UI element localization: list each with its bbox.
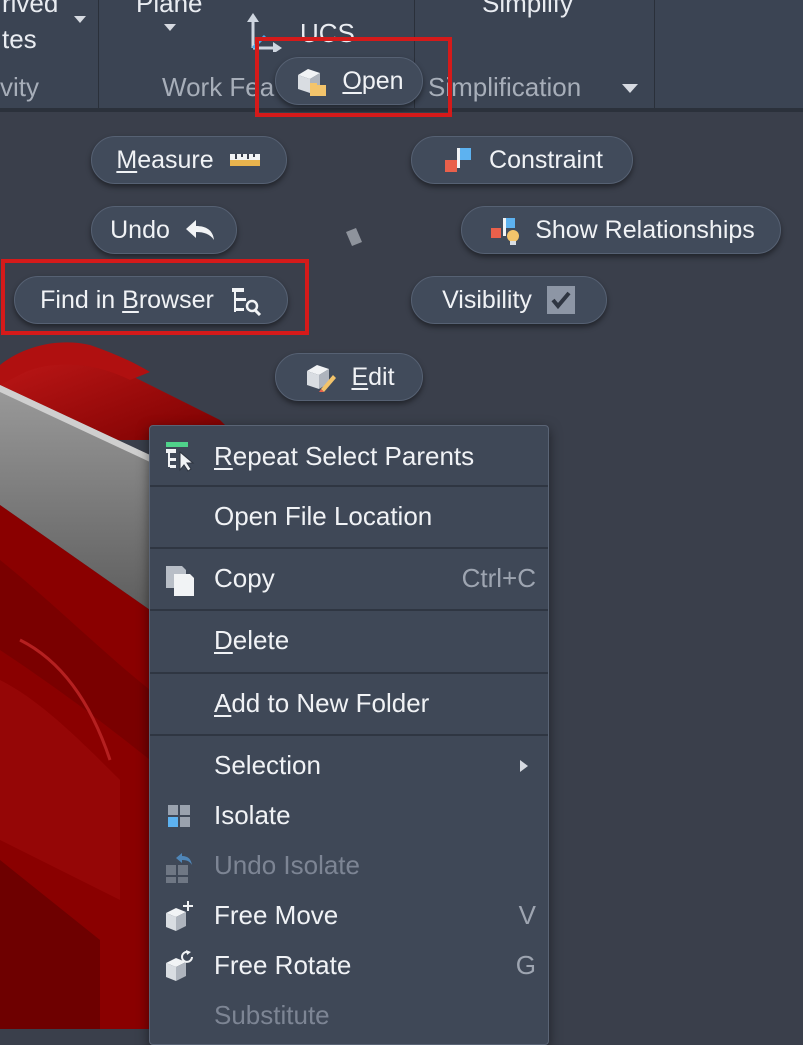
measure-button[interactable]: Measure [91,136,287,184]
menu-separator [150,485,548,487]
menu-item-copy[interactable]: Copy Ctrl+C [150,560,548,598]
menu-item-add-to-new-folder[interactable]: Add to New Folder [150,685,548,723]
menu-item-isolate[interactable]: Isolate [150,797,548,835]
free-move-label: Free Move [214,900,339,930]
menu-separator [150,609,548,611]
menu-item-substitute[interactable]: Substitute [150,997,548,1035]
visibility-button[interactable]: Visibility [411,276,607,324]
repeat-select-parents-mnemonic: R [214,441,233,471]
selection-label: Selection [214,750,321,780]
ribbon-separator [654,0,655,108]
free-move-icon [164,899,196,931]
repeat-select-parents-label: epeat Select Parents [232,441,475,471]
free-rotate-label: Free Rotate [214,950,352,980]
simplify-button[interactable]: Simplify [482,0,573,19]
substitute-label: Substitute [214,1000,330,1030]
context-menu: Repeat Select Parents Open File Location… [149,425,549,1045]
copy-icon [164,564,196,596]
simplification-panel-caret[interactable] [622,84,638,93]
menu-item-free-move[interactable]: Free Move V [150,897,548,935]
edit-part-icon [303,363,337,392]
show-relationships-icon [487,216,521,245]
constraint-label: Constraint [489,145,603,174]
visibility-label: Visibility [442,285,532,314]
panel-label-gravity: vity [0,72,39,102]
delete-label: elete [232,625,290,655]
derive-dropdown-caret[interactable] [74,16,86,23]
free-rotate-shortcut: G [515,950,536,980]
menu-item-free-rotate[interactable]: Free Rotate G [150,947,548,985]
isolate-icon [164,801,196,833]
edit-label-rest: dit [368,362,395,391]
add-to-new-folder-label: dd to New Folder [231,688,430,718]
undo-isolate-icon [164,851,196,883]
ribbon-separator [98,0,99,108]
derive-button-line2[interactable]: tes [2,24,37,55]
copy-shortcut: Ctrl+C [461,563,536,593]
add-to-new-folder-mnemonic: A [214,688,232,718]
show-relationships-button[interactable]: Show Relationships [461,206,781,254]
menu-item-repeat-select-parents[interactable]: Repeat Select Parents [150,438,548,476]
plane-button[interactable]: Plane [136,0,203,19]
free-move-shortcut: V [518,900,536,930]
measure-label-mnemonic: M [116,145,138,174]
menu-separator [150,734,548,736]
visibility-checkbox-icon[interactable] [546,285,576,315]
isolate-label: Isolate [214,800,291,830]
delete-mnemonic: D [214,625,233,655]
open-file-location-label: Open File Location [214,501,433,531]
show-relationships-label: Show Relationships [535,215,755,244]
highlight-box-find-in-browser [1,259,309,335]
menu-item-undo-isolate[interactable]: Undo Isolate [150,847,548,885]
undo-label: Undo [110,215,170,244]
derive-button-line1[interactable]: rived [2,0,58,19]
ruler-icon [228,146,262,174]
highlight-box-open [255,37,452,117]
menu-item-open-file-location[interactable]: Open File Location [150,498,548,536]
submenu-arrow-icon [520,760,528,772]
undo-button[interactable]: Undo [91,206,237,254]
edit-label-mnemonic: E [351,362,369,391]
constraint-button[interactable]: Constraint [411,136,633,184]
menu-item-delete[interactable]: Delete [150,622,548,660]
edit-button[interactable]: Edit [275,353,423,401]
measure-label-rest: easure [137,145,214,174]
copy-label: Copy [214,563,275,593]
edit-label: Edit [351,363,394,392]
menu-item-selection[interactable]: Selection [150,747,548,785]
menu-separator [150,672,548,674]
measure-label: Measure [116,146,213,175]
plane-dropdown-caret[interactable] [164,24,176,31]
undo-arrow-icon [184,216,218,244]
undo-isolate-label: Undo Isolate [214,850,360,880]
constraint-icon [441,146,475,174]
free-rotate-icon [164,949,196,981]
menu-separator [150,547,548,549]
select-parents-icon [164,440,196,472]
